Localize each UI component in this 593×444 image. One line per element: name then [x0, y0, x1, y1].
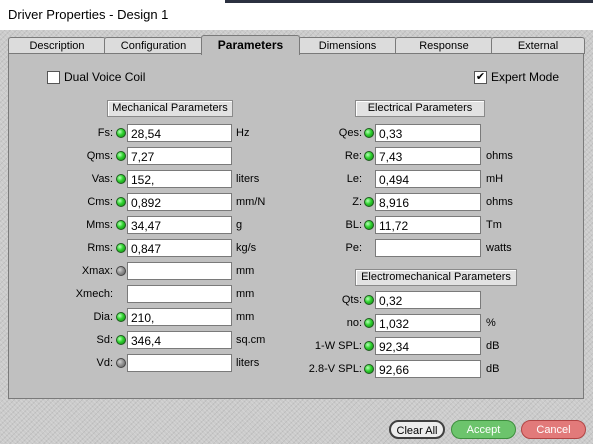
no-input[interactable]: 1,032 [375, 314, 481, 332]
2-8-v-spl-label: 2.8-V SPL: [308, 363, 362, 375]
cms-label: Cms: [87, 196, 113, 208]
bl-input[interactable]: 11,72 [375, 216, 481, 234]
qts-label: Qts: [341, 294, 362, 306]
no-status-led [364, 318, 374, 328]
qms-status-led [116, 151, 126, 161]
xmech-label: Xmech: [75, 288, 113, 300]
vas-label: Vas: [91, 173, 113, 185]
re-unit: ohms [486, 150, 513, 162]
xmax-label: Xmax: [81, 265, 113, 277]
z-unit: ohms [486, 196, 513, 208]
xmech-input[interactable] [127, 285, 232, 303]
electromechanical-parameters-heading: Electromechanical Parameters [355, 269, 517, 286]
pe-input[interactable] [375, 239, 481, 257]
1-w-spl-unit: dB [486, 340, 500, 352]
vd-label: Vd: [96, 357, 113, 369]
rms-unit: kg/s [236, 242, 257, 254]
xmax-input[interactable] [127, 262, 232, 280]
pe-label: Pe: [345, 242, 362, 254]
qms-input[interactable]: 7,27 [127, 147, 232, 165]
bl-unit: Tm [486, 219, 502, 231]
expert-mode-checkbox[interactable]: ✔ [474, 71, 487, 84]
bl-label: BL: [345, 219, 362, 231]
qes-status-led [364, 128, 374, 138]
z-input[interactable]: 8,916 [375, 193, 481, 211]
1-w-spl-input[interactable]: 92,34 [375, 337, 481, 355]
rms-status-led [116, 243, 126, 253]
re-input[interactable]: 7,43 [375, 147, 481, 165]
qts-status-led [364, 295, 374, 305]
1-w-spl-label: 1-W SPL: [314, 340, 362, 352]
mms-input[interactable]: 34,47 [127, 216, 232, 234]
vas-status-led [116, 174, 126, 184]
sd-label: Sd: [96, 334, 113, 346]
cms-input[interactable]: 0,892 [127, 193, 232, 211]
mms-status-led [116, 220, 126, 230]
dia-input[interactable]: 210, [127, 308, 232, 326]
no-unit: % [486, 317, 496, 329]
z-label: Z: [352, 196, 362, 208]
2-8-v-spl-status-led [364, 364, 374, 374]
vas-input[interactable]: 152, [127, 170, 232, 188]
bl-status-led [364, 220, 374, 230]
re-status-led [364, 151, 374, 161]
expert-mode-label: Expert Mode [491, 70, 560, 84]
mechanical-parameters-heading: Mechanical Parameters [107, 100, 233, 117]
vd-status-led [116, 358, 126, 368]
vas-unit: liters [236, 173, 260, 185]
2-8-v-spl-unit: dB [486, 363, 500, 375]
qms-label: Qms: [86, 150, 113, 162]
qes-label: Qes: [338, 127, 362, 139]
fs-label: Fs: [97, 127, 113, 139]
le-label: Le: [346, 173, 362, 185]
no-label: no: [346, 317, 362, 329]
electrical-parameters-heading: Electrical Parameters [355, 100, 485, 117]
fs-status-led [116, 128, 126, 138]
z-status-led [364, 197, 374, 207]
rms-input[interactable]: 0,847 [127, 239, 232, 257]
le-unit: mH [486, 173, 504, 185]
cms-status-led [116, 197, 126, 207]
mms-label: Mms: [86, 219, 113, 231]
dia-label: Dia: [93, 311, 113, 323]
xmax-status-led [116, 266, 126, 276]
mms-unit: g [236, 219, 243, 231]
vd-unit: liters [236, 357, 260, 369]
1-w-spl-status-led [364, 341, 374, 351]
sd-unit: sq.cm [236, 334, 266, 346]
xmax-unit: mm [236, 265, 255, 277]
rms-label: Rms: [87, 242, 113, 254]
dia-status-led [116, 312, 126, 322]
xmech-unit: mm [236, 288, 255, 300]
re-label: Re: [344, 150, 362, 162]
qts-input[interactable]: 0,32 [375, 291, 481, 309]
fs-unit: Hz [236, 127, 250, 139]
cms-unit: mm/N [236, 196, 266, 208]
dual-voice-coil-checkbox[interactable] [47, 71, 60, 84]
pe-unit: watts [486, 242, 512, 254]
fs-input[interactable]: 28,54 [127, 124, 232, 142]
dia-unit: mm [236, 311, 255, 323]
2-8-v-spl-input[interactable]: 92,66 [375, 360, 481, 378]
qes-input[interactable]: 0,33 [375, 124, 481, 142]
sd-input[interactable]: 346,4 [127, 331, 232, 349]
sd-status-led [116, 335, 126, 345]
le-input[interactable]: 0,494 [375, 170, 481, 188]
dual-voice-coil-label: Dual Voice Coil [64, 70, 146, 84]
vd-input[interactable] [127, 354, 232, 372]
